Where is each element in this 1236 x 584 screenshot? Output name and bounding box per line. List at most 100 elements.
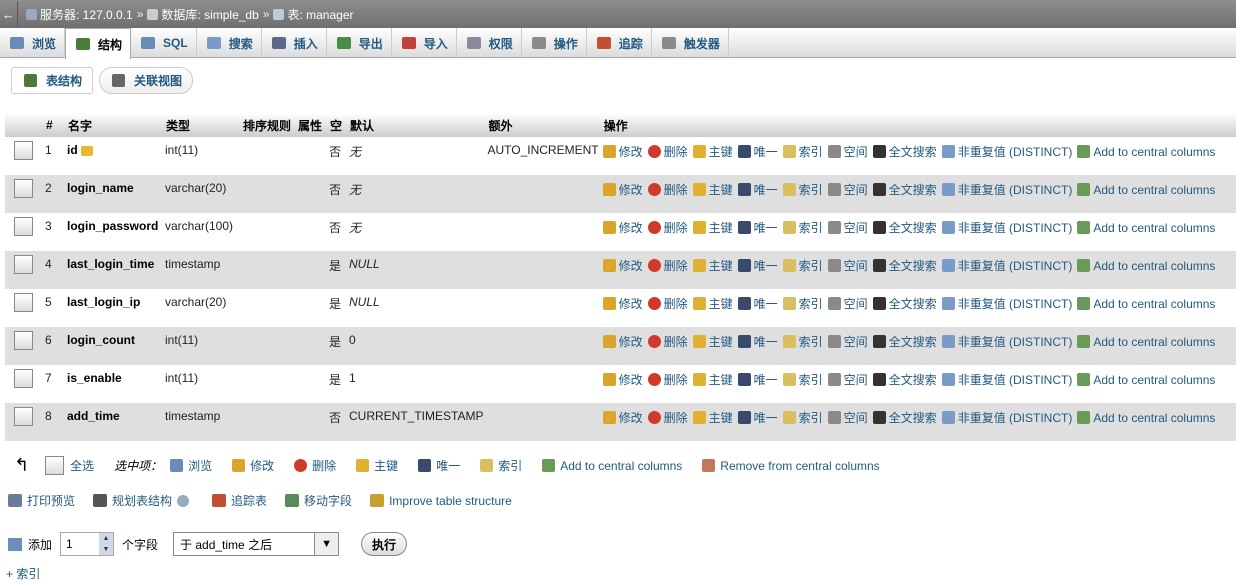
action-index[interactable]: 索引 [782, 257, 823, 274]
breadcrumb-server[interactable]: 服务器: 127.0.0.1 [40, 6, 133, 23]
action-spatial[interactable]: 空间 [827, 219, 868, 236]
action-unique[interactable]: 唯一 [737, 371, 778, 388]
bulk-unique[interactable]: 唯一 [418, 457, 460, 474]
tab-triggers[interactable]: 触发器 [652, 28, 729, 58]
action-fulltext[interactable]: 全文搜索 [872, 333, 937, 350]
action-key[interactable]: 主键 [692, 409, 733, 426]
tab-insert[interactable]: 插入 [262, 28, 327, 58]
action-central-add[interactable]: Add to central columns [1077, 297, 1215, 311]
header-collation[interactable]: 排序规则 [240, 113, 295, 137]
check-all-checkbox[interactable] [45, 456, 65, 475]
action-unique[interactable]: 唯一 [737, 181, 778, 198]
action-distinct[interactable]: 非重复值 (DISTINCT) [941, 257, 1072, 274]
tab-export[interactable]: 导出 [327, 28, 392, 58]
action-fulltext[interactable]: 全文搜索 [872, 143, 937, 160]
action-key[interactable]: 主键 [692, 219, 733, 236]
tab-structure[interactable]: 结构 [65, 28, 132, 59]
breadcrumb-table[interactable]: 表: manager [287, 6, 353, 23]
action-delete[interactable]: 删除 [647, 295, 688, 312]
bulk-browse[interactable]: 浏览 [170, 457, 212, 474]
spinner-arrows-icon[interactable]: ▲ ▼ [99, 533, 114, 555]
action-key[interactable]: 主键 [692, 295, 733, 312]
header-null[interactable]: 空 [327, 113, 347, 137]
action-central-add[interactable]: Add to central columns [1077, 373, 1215, 387]
column-count-input[interactable]: 1 ▲ ▼ [60, 532, 115, 556]
action-index[interactable]: 索引 [782, 333, 823, 350]
row-checkbox[interactable] [14, 407, 33, 426]
action-pencil[interactable]: 修改 [602, 219, 643, 236]
action-pencil[interactable]: 修改 [602, 409, 643, 426]
action-spatial[interactable]: 空间 [827, 333, 868, 350]
action-delete[interactable]: 删除 [647, 219, 688, 236]
action-central-add[interactable]: Add to central columns [1077, 221, 1215, 235]
header-type[interactable]: 类型 [163, 113, 240, 137]
row-checkbox[interactable] [14, 141, 33, 160]
row-checkbox[interactable] [14, 217, 33, 236]
action-key[interactable]: 主键 [692, 257, 733, 274]
header-default[interactable]: 默认 [347, 113, 486, 137]
action-delete[interactable]: 删除 [647, 409, 688, 426]
position-select[interactable]: 于 add_time 之后 ▼ [173, 532, 340, 556]
chevron-down-icon[interactable]: ▼ [314, 533, 339, 555]
action-central-add[interactable]: Add to central columns [1077, 145, 1215, 159]
row-checkbox[interactable] [14, 331, 33, 350]
link-print[interactable]: 打印预览 [8, 492, 75, 509]
action-distinct[interactable]: 非重复值 (DISTINCT) [941, 409, 1072, 426]
bulk-central-add[interactable]: Add to central columns [542, 459, 682, 473]
action-key[interactable]: 主键 [692, 143, 733, 160]
row-checkbox[interactable] [14, 369, 33, 388]
action-index[interactable]: 索引 [782, 219, 823, 236]
action-fulltext[interactable]: 全文搜索 [872, 371, 937, 388]
action-distinct[interactable]: 非重复值 (DISTINCT) [941, 371, 1072, 388]
action-spatial[interactable]: 空间 [827, 143, 868, 160]
action-spatial[interactable]: 空间 [827, 409, 868, 426]
action-pencil[interactable]: 修改 [602, 295, 643, 312]
action-unique[interactable]: 唯一 [737, 409, 778, 426]
row-checkbox[interactable] [14, 179, 33, 198]
action-unique[interactable]: 唯一 [737, 295, 778, 312]
action-spatial[interactable]: 空间 [827, 295, 868, 312]
check-all-label[interactable]: 全选 [70, 457, 94, 474]
action-pencil[interactable]: 修改 [602, 143, 643, 160]
link-move[interactable]: 移动字段 [285, 492, 352, 509]
header-name[interactable]: 名字 [65, 113, 163, 137]
link-eye[interactable]: 追踪表 [212, 492, 267, 509]
action-distinct[interactable]: 非重复值 (DISTINCT) [941, 181, 1072, 198]
breadcrumb-database[interactable]: 数据库: simple_db [161, 6, 258, 23]
action-unique[interactable]: 唯一 [737, 333, 778, 350]
action-delete[interactable]: 删除 [647, 333, 688, 350]
header-attributes[interactable]: 属性 [295, 113, 327, 137]
action-distinct[interactable]: 非重复值 (DISTINCT) [941, 295, 1072, 312]
action-central-add[interactable]: Add to central columns [1077, 183, 1215, 197]
action-unique[interactable]: 唯一 [737, 257, 778, 274]
action-key[interactable]: 主键 [692, 371, 733, 388]
tab-wrench[interactable]: 操作 [522, 28, 587, 58]
action-spatial[interactable]: 空间 [827, 181, 868, 198]
action-delete[interactable]: 删除 [647, 257, 688, 274]
help-icon[interactable] [177, 494, 190, 507]
action-central-add[interactable]: Add to central columns [1077, 259, 1215, 273]
action-spatial[interactable]: 空间 [827, 257, 868, 274]
tab-browse[interactable]: 浏览 [0, 28, 66, 58]
bulk-delete[interactable]: 删除 [294, 457, 336, 474]
action-distinct[interactable]: 非重复值 (DISTINCT) [941, 219, 1072, 236]
action-key[interactable]: 主键 [692, 333, 733, 350]
action-key[interactable]: 主键 [692, 181, 733, 198]
action-pencil[interactable]: 修改 [602, 371, 643, 388]
action-pencil[interactable]: 修改 [602, 257, 643, 274]
action-fulltext[interactable]: 全文搜索 [872, 295, 937, 312]
action-fulltext[interactable]: 全文搜索 [872, 219, 937, 236]
row-checkbox[interactable] [14, 293, 33, 312]
action-delete[interactable]: 删除 [647, 371, 688, 388]
action-distinct[interactable]: 非重复值 (DISTINCT) [941, 143, 1072, 160]
action-unique[interactable]: 唯一 [737, 219, 778, 236]
action-index[interactable]: 索引 [782, 181, 823, 198]
tab-privileges[interactable]: 权限 [457, 28, 522, 58]
subtab-relation-view[interactable]: 关联视图 [99, 67, 194, 94]
subtab-table-structure[interactable]: 表结构 [11, 67, 94, 94]
action-fulltext[interactable]: 全文搜索 [872, 181, 937, 198]
action-index[interactable]: 索引 [782, 295, 823, 312]
action-distinct[interactable]: 非重复值 (DISTINCT) [941, 333, 1072, 350]
action-delete[interactable]: 删除 [647, 143, 688, 160]
tab-eye[interactable]: 追踪 [587, 28, 652, 58]
